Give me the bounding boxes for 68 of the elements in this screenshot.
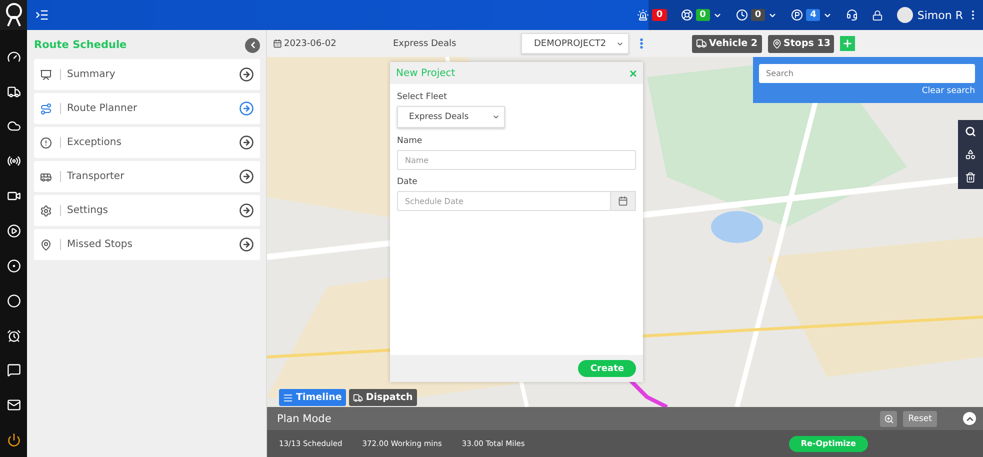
plan-mode-title: Plan Mode <box>277 412 332 424</box>
pin-icon <box>40 238 52 250</box>
bus-icon <box>40 170 52 182</box>
stops-button[interactable]: Stops 13 <box>768 34 834 52</box>
zoom-in-icon <box>884 414 894 424</box>
count-badge: 0 <box>750 9 766 21</box>
fleet-select[interactable]: Express Deals <box>397 106 505 128</box>
route-icon <box>40 102 52 114</box>
menu-item[interactable]: Transporter <box>34 161 260 192</box>
headset-icon[interactable] <box>846 9 858 21</box>
dialog-title: New Project <box>396 68 456 78</box>
fleet-label: Select Fleet <box>397 92 448 102</box>
reset-button[interactable]: Reset <box>903 410 937 426</box>
menu-item[interactable]: Missed Stops <box>34 229 260 260</box>
search-field[interactable]: Search <box>759 64 975 83</box>
truck-icon <box>352 392 363 402</box>
logo-icon <box>4 2 24 27</box>
circle-icon[interactable] <box>4 292 22 310</box>
menu-item[interactable]: Settings <box>34 195 260 226</box>
menu-item[interactable]: Summary <box>34 59 260 90</box>
alert-icon <box>40 136 52 148</box>
collapse-button[interactable] <box>245 38 260 52</box>
view-tab[interactable]: Timeline <box>279 389 346 406</box>
fleet-text: Express Deals <box>393 38 458 48</box>
clock-icon[interactable] <box>736 9 748 21</box>
date-text: 2023-06-02 <box>284 38 336 48</box>
count-badge: 4 <box>806 9 820 21</box>
truck-icon <box>696 38 707 49</box>
view-tab[interactable]: Dispatch <box>348 389 417 406</box>
project-select[interactable]: DEMOPROJECT2 <box>521 33 629 54</box>
message-icon[interactable] <box>4 361 22 380</box>
expand-button[interactable] <box>963 412 976 425</box>
avatar[interactable] <box>897 7 914 23</box>
clear-search-link[interactable]: Clear search <box>922 86 975 96</box>
menu-icon[interactable] <box>35 8 49 22</box>
settings-icon <box>40 204 52 216</box>
user-name[interactable]: Simon R <box>917 8 963 22</box>
pin-icon <box>772 38 782 48</box>
count-badge: 0 <box>652 9 667 21</box>
menu-item[interactable]: Exceptions <box>34 127 260 158</box>
item-label: Settings <box>60 205 239 216</box>
vehicle-button[interactable]: Vehicle 2 <box>692 34 762 52</box>
item-label: Missed Stops <box>60 239 239 250</box>
count-badge: 0 <box>696 9 710 21</box>
date-field[interactable]: Schedule Date <box>397 191 610 211</box>
name-field[interactable]: Name <box>397 150 636 170</box>
date-label: Date <box>397 177 418 187</box>
panel-title: Route Schedule <box>34 39 127 51</box>
siren-icon[interactable] <box>637 9 650 21</box>
calendar-icon <box>618 196 628 206</box>
item-label: Summary <box>60 69 239 80</box>
calendar-button[interactable] <box>610 191 636 211</box>
menu-item[interactable]: Route Planner <box>34 93 260 124</box>
name-label: Name <box>397 136 424 146</box>
item-label: Exceptions <box>60 137 239 148</box>
zoom-button[interactable] <box>880 410 898 426</box>
parking-icon[interactable] <box>791 9 804 21</box>
lock-icon[interactable] <box>872 10 884 20</box>
play-icon[interactable] <box>4 222 22 240</box>
wheel-icon[interactable] <box>680 9 693 21</box>
caret-icon <box>492 113 500 121</box>
item-label: Transporter <box>60 171 239 182</box>
item-label: Route Planner <box>60 103 239 114</box>
list-icon <box>283 392 293 402</box>
target-icon[interactable] <box>4 256 22 275</box>
presentation-icon <box>40 68 52 80</box>
plus-icon <box>842 38 854 49</box>
calendar-icon <box>273 39 282 48</box>
